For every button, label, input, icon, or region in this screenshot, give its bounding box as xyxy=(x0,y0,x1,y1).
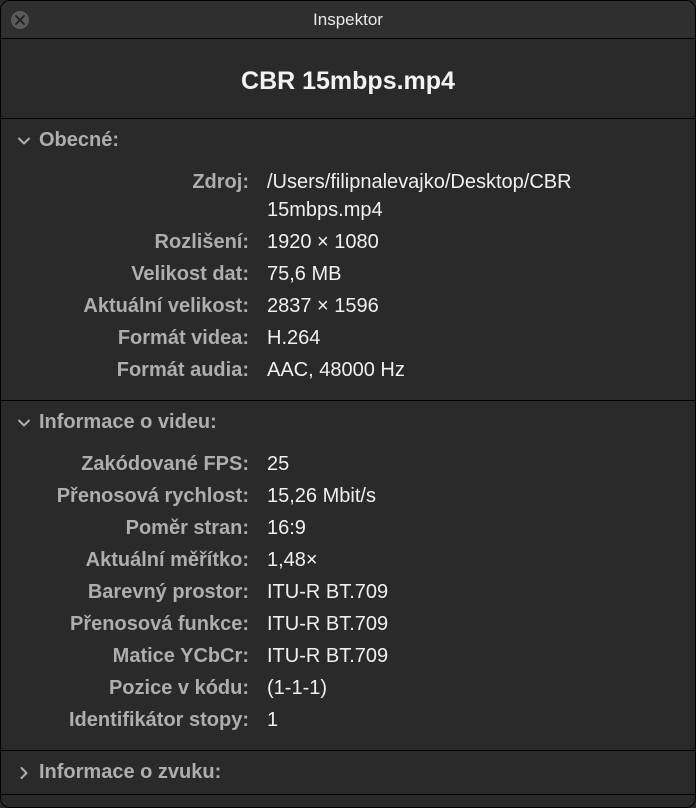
label-trackid: Identifikátor stopy: xyxy=(21,706,267,734)
section-body-video: Zakódované FPS: 25 Přenosová rychlost: 1… xyxy=(1,444,695,750)
value-audioformat: AAC, 48000 Hz xyxy=(267,356,675,384)
value-videoformat: H.264 xyxy=(267,324,675,352)
label-resolution: Rozlišení: xyxy=(21,228,267,256)
row-colorspace: Barevný prostor: ITU-R BT.709 xyxy=(21,576,675,608)
label-ycbcr: Matice YCbCr: xyxy=(21,642,267,670)
label-audioformat: Formát audia: xyxy=(21,356,267,384)
section-audio: Informace o zvuku: xyxy=(1,750,695,795)
value-resolution: 1920 × 1080 xyxy=(267,228,675,256)
row-resolution: Rozlišení: 1920 × 1080 xyxy=(21,226,675,258)
row-videoformat: Formát videa: H.264 xyxy=(21,322,675,354)
row-aspect: Poměr stran: 16:9 xyxy=(21,512,675,544)
section-header-video[interactable]: Informace o videu: xyxy=(1,401,695,444)
section-header-audio[interactable]: Informace o zvuku: xyxy=(1,751,695,794)
label-actualsize: Aktuální velikost: xyxy=(21,292,267,320)
value-codeposition: (1-1-1) xyxy=(267,674,675,702)
titlebar: Inspektor xyxy=(1,1,695,39)
row-source: Zdroj: /Users/filipnalevajko/Desktop/CBR… xyxy=(21,166,675,226)
section-title-audio: Informace o zvuku: xyxy=(39,761,221,784)
row-bitrate: Přenosová rychlost: 15,26 Mbit/s xyxy=(21,480,675,512)
value-scale: 1,48× xyxy=(267,546,675,574)
chevron-down-icon xyxy=(17,416,31,430)
row-codeposition: Pozice v kódu: (1-1-1) xyxy=(21,672,675,704)
value-ycbcr: ITU-R BT.709 xyxy=(267,642,675,670)
row-ycbcr: Matice YCbCr: ITU-R BT.709 xyxy=(21,640,675,672)
section-video: Informace o videu: Zakódované FPS: 25 Př… xyxy=(1,400,695,750)
label-bitrate: Přenosová rychlost: xyxy=(21,482,267,510)
label-source: Zdroj: xyxy=(21,168,267,196)
section-body-general: Zdroj: /Users/filipnalevajko/Desktop/CBR… xyxy=(1,162,695,400)
row-trackid: Identifikátor stopy: 1 xyxy=(21,704,675,736)
label-datasize: Velikost dat: xyxy=(21,260,267,288)
close-button[interactable] xyxy=(11,11,29,29)
value-datasize: 75,6 MB xyxy=(267,260,675,288)
label-codeposition: Pozice v kódu: xyxy=(21,674,267,702)
close-icon xyxy=(15,15,25,25)
section-title-video: Informace o videu: xyxy=(39,411,217,434)
value-transfer: ITU-R BT.709 xyxy=(267,610,675,638)
row-fps: Zakódované FPS: 25 xyxy=(21,448,675,480)
label-videoformat: Formát videa: xyxy=(21,324,267,352)
value-actualsize: 2837 × 1596 xyxy=(267,292,675,320)
file-title: CBR 15mbps.mp4 xyxy=(1,39,695,118)
label-colorspace: Barevný prostor: xyxy=(21,578,267,606)
value-colorspace: ITU-R BT.709 xyxy=(267,578,675,606)
section-header-general[interactable]: Obecné: xyxy=(1,119,695,162)
row-transfer: Přenosová funkce: ITU-R BT.709 xyxy=(21,608,675,640)
label-fps: Zakódované FPS: xyxy=(21,450,267,478)
window-title: Inspektor xyxy=(313,10,383,30)
label-transfer: Přenosová funkce: xyxy=(21,610,267,638)
label-aspect: Poměr stran: xyxy=(21,514,267,542)
value-bitrate: 15,26 Mbit/s xyxy=(267,482,675,510)
row-datasize: Velikost dat: 75,6 MB xyxy=(21,258,675,290)
value-fps: 25 xyxy=(267,450,675,478)
chevron-right-icon xyxy=(17,766,31,780)
section-general: Obecné: Zdroj: /Users/filipnalevajko/Des… xyxy=(1,118,695,400)
value-trackid: 1 xyxy=(267,706,675,734)
chevron-down-icon xyxy=(17,134,31,148)
value-source: /Users/filipnalevajko/Desktop/CBR 15mbps… xyxy=(267,168,675,224)
value-aspect: 16:9 xyxy=(267,514,675,542)
label-scale: Aktuální měřítko: xyxy=(21,546,267,574)
inspector-window: Inspektor CBR 15mbps.mp4 Obecné: Zdroj: … xyxy=(0,0,696,808)
section-title-general: Obecné: xyxy=(39,129,119,152)
row-scale: Aktuální měřítko: 1,48× xyxy=(21,544,675,576)
row-actualsize: Aktuální velikost: 2837 × 1596 xyxy=(21,290,675,322)
row-audioformat: Formát audia: AAC, 48000 Hz xyxy=(21,354,675,386)
